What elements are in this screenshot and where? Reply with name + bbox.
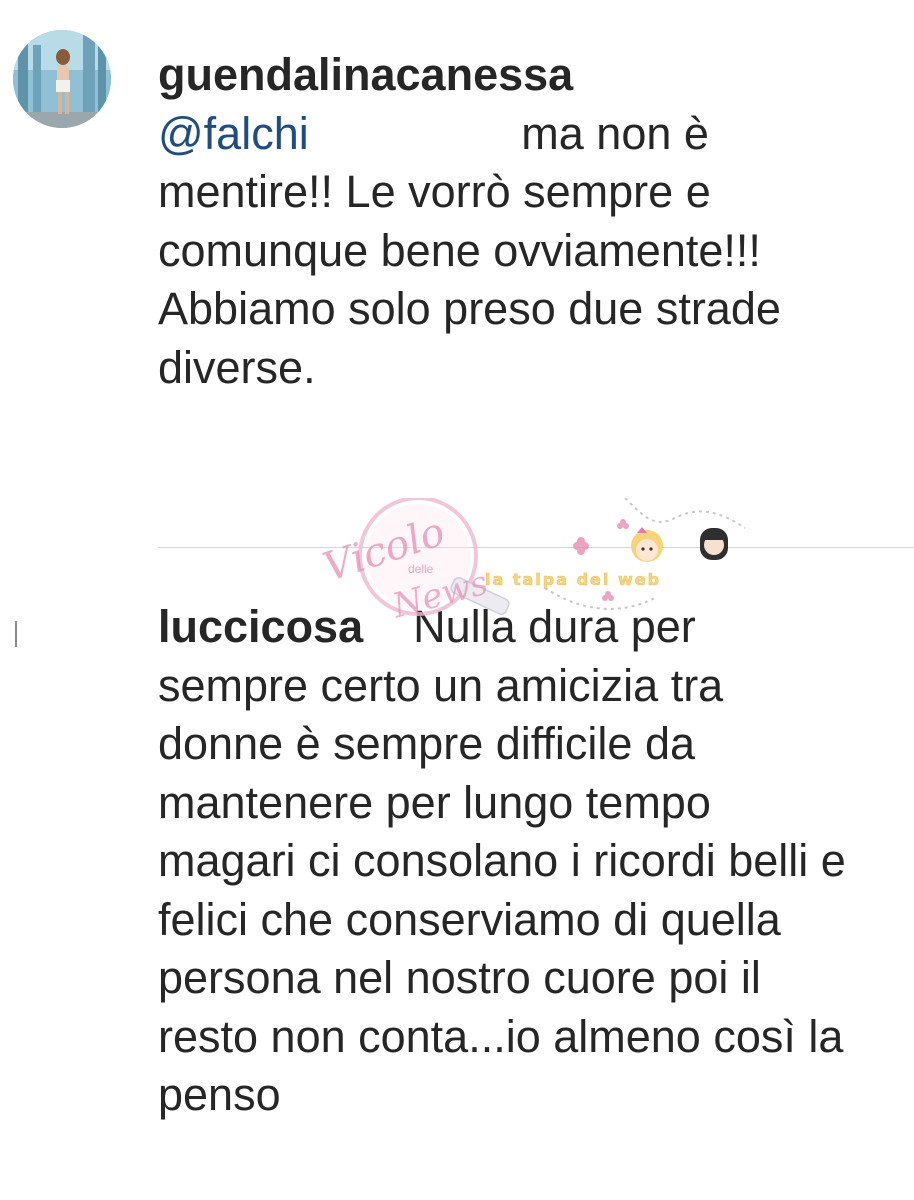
comment-mention-link[interactable]: @falchi [158, 108, 309, 159]
watermark-script-text: Vicolo [318, 509, 450, 591]
comment-username[interactable]: luccicosa [158, 601, 363, 652]
watermark-small-text: delle [408, 562, 434, 576]
avatar[interactable] [13, 30, 111, 128]
left-edge-mark [15, 621, 17, 647]
flower-icon [573, 519, 629, 601]
comment-username[interactable]: guendalinacanessa [158, 49, 573, 100]
comment-body: luccicosa Nulla dura per sempre certo un… [158, 598, 858, 1125]
comment-body: guendalinacanessa @falchi ma non è menti… [158, 46, 858, 397]
comment-text: Nulla dura per sempre certo un amicizia … [158, 601, 859, 1120]
avatar-photo-icon [13, 30, 111, 128]
cartoon-dark-hair-girl-icon [700, 528, 728, 560]
cartoon-girl-icon [631, 527, 663, 562]
watermark-tagline: la talpa del web [485, 570, 661, 589]
comment-divider [158, 547, 914, 548]
